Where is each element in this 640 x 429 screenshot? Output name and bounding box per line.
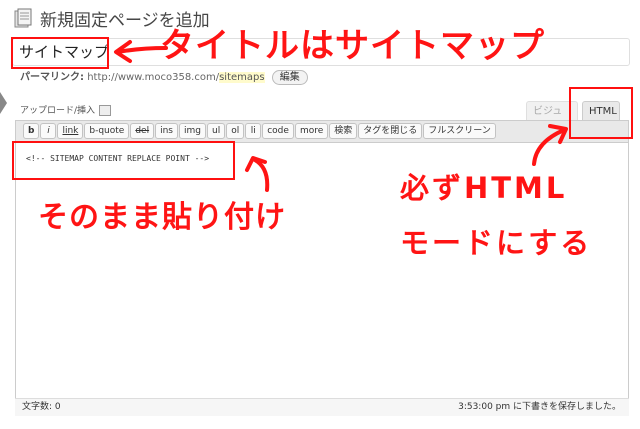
permalink-base-url: http://www.moco358.com/ bbox=[87, 72, 220, 83]
ins-button[interactable]: ins bbox=[155, 123, 178, 139]
annotation-box-title bbox=[11, 37, 109, 69]
ul-button[interactable]: ul bbox=[206, 123, 226, 139]
upload-insert-label: アップロード/挿入 bbox=[20, 106, 96, 116]
lookup-button[interactable]: 検索 bbox=[329, 123, 358, 139]
annotation-html-note-2: モードにする bbox=[400, 226, 593, 260]
link-button[interactable]: link bbox=[57, 123, 84, 139]
annotation-arrow-content bbox=[245, 156, 270, 192]
li-button[interactable]: li bbox=[245, 123, 262, 139]
media-icon[interactable] bbox=[99, 105, 112, 116]
permalink-slug[interactable]: sitemaps bbox=[219, 72, 265, 83]
edit-permalink-button[interactable]: 編集 bbox=[271, 70, 308, 85]
del-button[interactable]: del bbox=[130, 123, 155, 139]
more-button[interactable]: more bbox=[294, 123, 329, 139]
img-button[interactable]: img bbox=[179, 123, 206, 139]
word-count: 文字数: 0 bbox=[22, 402, 61, 412]
collapse-menu-icon[interactable] bbox=[0, 92, 7, 114]
close-tags-button[interactable]: タグを閉じる bbox=[358, 123, 423, 139]
annotation-title-note: タイトルはサイトマップ bbox=[160, 26, 545, 66]
blockquote-button[interactable]: b-quote bbox=[84, 123, 130, 139]
annotation-html-note-1: 必ずHTML bbox=[400, 171, 568, 205]
annotation-box-content bbox=[12, 141, 235, 180]
permalink-label: パーマリンク: bbox=[20, 72, 84, 83]
annotation-paste-note: そのまま貼り付け bbox=[38, 200, 286, 235]
annotation-arrow-html bbox=[532, 124, 568, 166]
annotation-box-html-tab bbox=[569, 87, 633, 139]
permalink-row: パーマリンク: http://www.moco358.com/sitemaps … bbox=[20, 70, 308, 86]
draft-saved-status: 3:53:00 pm に下書きを保存しました。 bbox=[458, 402, 621, 412]
code-button[interactable]: code bbox=[262, 123, 294, 139]
editor-statusbar: 文字数: 0 3:53:00 pm に下書きを保存しました。 bbox=[15, 398, 629, 416]
bold-button[interactable]: b bbox=[23, 123, 40, 139]
fullscreen-button[interactable]: フルスクリーン bbox=[423, 123, 496, 139]
ol-button[interactable]: ol bbox=[226, 123, 245, 139]
pages-icon bbox=[14, 8, 32, 28]
italic-button[interactable]: i bbox=[40, 123, 57, 139]
upload-insert[interactable]: アップロード/挿入 bbox=[20, 103, 112, 116]
